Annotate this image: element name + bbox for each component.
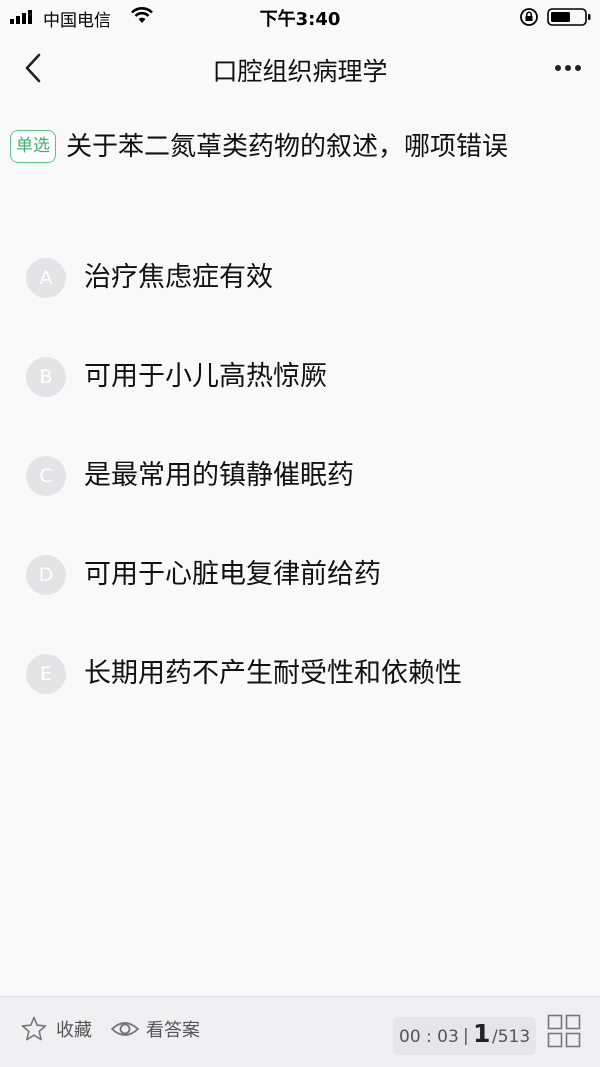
progress-separator: | [463,1026,469,1046]
favorite-label: 收藏 [56,1020,92,1041]
question-stem: 单选 关于苯二氮䓬类药物的叙述，哪项错误 [10,126,580,168]
nav-bar: 口腔组织病理学 [0,34,600,102]
option-letter: A [26,258,66,298]
current-question-number: 1 [473,1019,491,1048]
page-title: 口腔组织病理学 [212,57,388,86]
option-text: 可用于心脏电复律前给药 [84,559,381,590]
status-time: 下午3:40 [259,9,341,30]
option-d[interactable]: D 可用于心脏电复律前给药 [26,549,586,601]
more-options-icon[interactable] [548,56,588,80]
option-text: 是最常用的镇静催眠药 [84,460,354,491]
option-b[interactable]: B 可用于小儿高热惊厥 [26,351,586,403]
option-letter: E [26,654,66,694]
option-a[interactable]: A 治疗焦虑症有效 [26,252,586,304]
battery-icon [547,8,591,26]
answer-sheet-grid-icon[interactable] [547,1014,581,1048]
option-text: 可用于小儿高热惊厥 [84,361,327,392]
option-letter: C [26,456,66,496]
option-e[interactable]: E 长期用药不产生耐受性和依赖性 [26,648,586,700]
question-type-badge: 单选 [10,130,56,163]
question-text: 关于苯二氮䓬类药物的叙述，哪项错误 [66,132,509,162]
rotation-lock-icon [520,8,538,26]
option-c[interactable]: C 是最常用的镇静催眠药 [26,450,586,502]
option-text: 长期用药不产生耐受性和依赖性 [84,658,462,689]
option-letter: B [26,357,66,397]
status-bar: 中国电信 下午3:40 [0,0,600,34]
eye-icon [110,1022,140,1036]
option-text: 治疗焦虑症有效 [84,262,273,293]
option-letter: D [26,555,66,595]
view-answer-label: 看答案 [146,1020,200,1041]
total-questions: /513 [492,1027,531,1047]
timer: 00 : 03 [399,1027,459,1047]
star-icon [21,1016,47,1041]
progress-indicator: 00 : 03 | 1 /513 [393,1017,536,1055]
bottom-toolbar: 收藏 看答案 00 : 03 | 1 /513 [0,996,600,1067]
